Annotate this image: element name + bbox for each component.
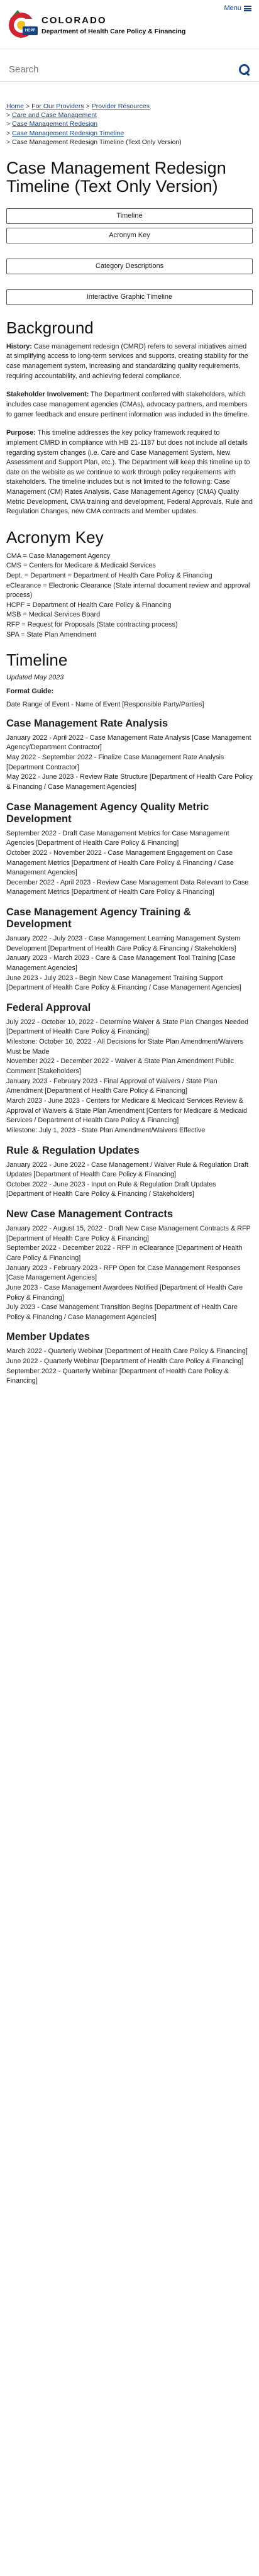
breadcrumb-case-management-redesign[interactable]: Case Management Redesign bbox=[12, 120, 97, 128]
timeline-updated: Updated May 2023 bbox=[6, 673, 64, 681]
timeline-entry: June 2023 - Case Management Awardees Not… bbox=[6, 1283, 243, 1302]
search-icon[interactable] bbox=[239, 64, 250, 75]
acronym-item: CMA = Case Management Agency bbox=[6, 552, 111, 560]
timeline-heading: Timeline bbox=[6, 650, 68, 670]
acronym-item: CMS = Centers for Medicare & Medicaid Se… bbox=[6, 562, 156, 570]
acronym-item: HCPF = Department of Health Care Policy … bbox=[6, 601, 172, 609]
timeline-section-heading: Member Updates bbox=[6, 1331, 90, 1343]
history-label: History: bbox=[6, 342, 32, 350]
acronym-item: Dept. = Department = Department of Healt… bbox=[6, 571, 212, 579]
breadcrumb-care-case-management[interactable]: Care and Case Management bbox=[12, 111, 97, 119]
page-title: Case Management Redesign Timeline (Text … bbox=[6, 158, 226, 196]
timeline-sections: Case Management Rate Analysis January 202… bbox=[6, 718, 253, 1386]
menu-label: Menu bbox=[224, 4, 241, 12]
logo-state: COLORADO bbox=[41, 15, 107, 26]
timeline-entry: June 2022 - Quarterly Webinar [Departmen… bbox=[6, 1358, 244, 1366]
timeline-section-heading: Case Management Rate Analysis bbox=[6, 717, 168, 729]
timeline-entry: October 2022 - November 2022 - Case Mana… bbox=[6, 849, 234, 877]
acronym-item: eClearance = Electronic Clearance (State… bbox=[6, 581, 250, 599]
timeline-entry: January 2022 - April 2022 - Case Managem… bbox=[6, 733, 251, 752]
timeline-entry: November 2022 - December 2022 - Waiver &… bbox=[6, 1057, 234, 1076]
timeline-entry: May 2022 - June 2023 - Review Rate Struc… bbox=[6, 773, 253, 791]
history-paragraph: History: Case management redesign (CMRD)… bbox=[6, 342, 253, 382]
timeline-entry: May 2022 - September 2022 - Finalize Cas… bbox=[6, 754, 224, 771]
breadcrumb-cmrd-timeline[interactable]: Case Management Redesign Timeline bbox=[12, 130, 124, 137]
timeline-entry: December 2022 - April 2023 - Review Case… bbox=[6, 878, 249, 896]
site-logo[interactable]: HCPF COLORADO Department of Health Care … bbox=[9, 10, 185, 39]
search-input[interactable] bbox=[9, 64, 197, 75]
acronym-key-heading: Acronym Key bbox=[6, 528, 104, 547]
timeline-section-heading: Case Management Agency Training & Develo… bbox=[6, 906, 191, 930]
timeline-section-heading: Rule & Regulation Updates bbox=[6, 1144, 140, 1156]
background-heading: Background bbox=[6, 318, 94, 338]
stakeholder-label: Stakeholder Involvement: bbox=[6, 391, 89, 399]
interactive-timeline-button[interactable]: Interactive Graphic Timeline bbox=[6, 289, 253, 306]
history-text: Case management redesign (CMRD) refers t… bbox=[6, 342, 248, 380]
acronym-item: RFP = Request for Proposals (State contr… bbox=[6, 621, 178, 629]
timeline-section-heading: New Case Management Contracts bbox=[6, 1208, 173, 1220]
breadcrumb-provider-resources[interactable]: Provider Resources bbox=[92, 103, 150, 110]
seal-text: HCPF bbox=[23, 26, 38, 35]
logo-department: Department of Health Care Policy & Finan… bbox=[41, 27, 186, 35]
timeline-section-heading: Case Management Agency Quality Metric De… bbox=[6, 801, 209, 825]
timeline-entry: January 2022 - July 2023 - Case Manageme… bbox=[6, 935, 241, 952]
main-content: Home > For Our Providers > Provider Resource… bbox=[0, 102, 259, 1386]
site-header: Menu HCPF COLORADO Department of Health … bbox=[0, 0, 259, 49]
hamburger-icon bbox=[244, 6, 251, 12]
breadcrumb-for-our-providers[interactable]: For Our Providers bbox=[31, 103, 84, 110]
timeline-entry: October 2022 - June 2023 - Input on Rule… bbox=[6, 1180, 216, 1198]
timeline-section-heading: Federal Approval bbox=[6, 1001, 91, 1013]
format-guide-text: Date Range of Event - Name of Event [Res… bbox=[6, 701, 204, 709]
timeline-button[interactable]: Timeline bbox=[6, 208, 253, 225]
timeline-entry: July 2022 - October 10, 2022 - Determine… bbox=[6, 1018, 248, 1036]
format-guide-heading: Format Guide: bbox=[6, 687, 54, 695]
timeline-entry: July 2023 - Case Management Transition B… bbox=[6, 1303, 238, 1321]
stakeholder-paragraph: Stakeholder Involvement: The Department … bbox=[6, 390, 253, 420]
timeline-entry: January 2023 - February 2023 - Final App… bbox=[6, 1077, 218, 1095]
purpose-paragraph: Purpose: This timeline addresses the key… bbox=[6, 428, 253, 517]
search-bar bbox=[0, 58, 259, 82]
timeline-entry: September 2022 - Quarterly Webinar [Depa… bbox=[6, 1367, 229, 1385]
timeline-entry: March 2022 - Quarterly Webinar [Departme… bbox=[6, 1347, 248, 1356]
timeline-entry: Milestone: July 1, 2023 - State Plan Ame… bbox=[6, 1126, 206, 1134]
purpose-label: Purpose: bbox=[6, 429, 36, 437]
timeline-entry: January 2023 - February 2023 - RFP Open … bbox=[6, 1264, 241, 1282]
breadcrumb-current: Case Management Redesign Timeline (Text … bbox=[12, 138, 182, 146]
acronym-list: CMA = Case Management Agency CMS = Center… bbox=[6, 552, 253, 640]
timeline-entry: September 2022 - Draft Case Management M… bbox=[6, 829, 229, 847]
logo-text: COLORADO Department of Health Care Polic… bbox=[41, 14, 185, 35]
colorado-seal-icon: HCPF bbox=[9, 10, 38, 39]
breadcrumb: Home > For Our Providers > Provider Resource… bbox=[6, 103, 182, 146]
acronym-item: SPA = State Plan Amendment bbox=[6, 630, 96, 638]
menu-button[interactable]: Menu bbox=[224, 4, 251, 14]
timeline-entry: June 2023 - July 2023 - Begin New Case M… bbox=[6, 974, 241, 992]
breadcrumb-home[interactable]: Home bbox=[6, 103, 24, 110]
purpose-text: This timeline addresses the key policy f… bbox=[6, 429, 253, 516]
timeline-entry: Milestone: October 10, 2022 - All Decisi… bbox=[6, 1038, 244, 1056]
timeline-entry: September 2022 - December 2022 - RFP in … bbox=[6, 1244, 243, 1262]
acronym-item: MSB = Medical Services Board bbox=[6, 611, 101, 619]
acronym-key-button[interactable]: Acronym Key bbox=[6, 228, 253, 244]
timeline-entry: January 2023 - March 2023 - Care & Case … bbox=[6, 954, 236, 972]
timeline-entry: January 2022 - June 2022 - Case Manageme… bbox=[6, 1161, 248, 1179]
timeline-entry: March 2023 - June 2023 - Centers for Med… bbox=[6, 1096, 248, 1125]
category-descriptions-button[interactable]: Category Descriptions bbox=[6, 259, 253, 275]
timeline-entry: January 2022 - August 15, 2022 - Draft N… bbox=[6, 1225, 251, 1242]
